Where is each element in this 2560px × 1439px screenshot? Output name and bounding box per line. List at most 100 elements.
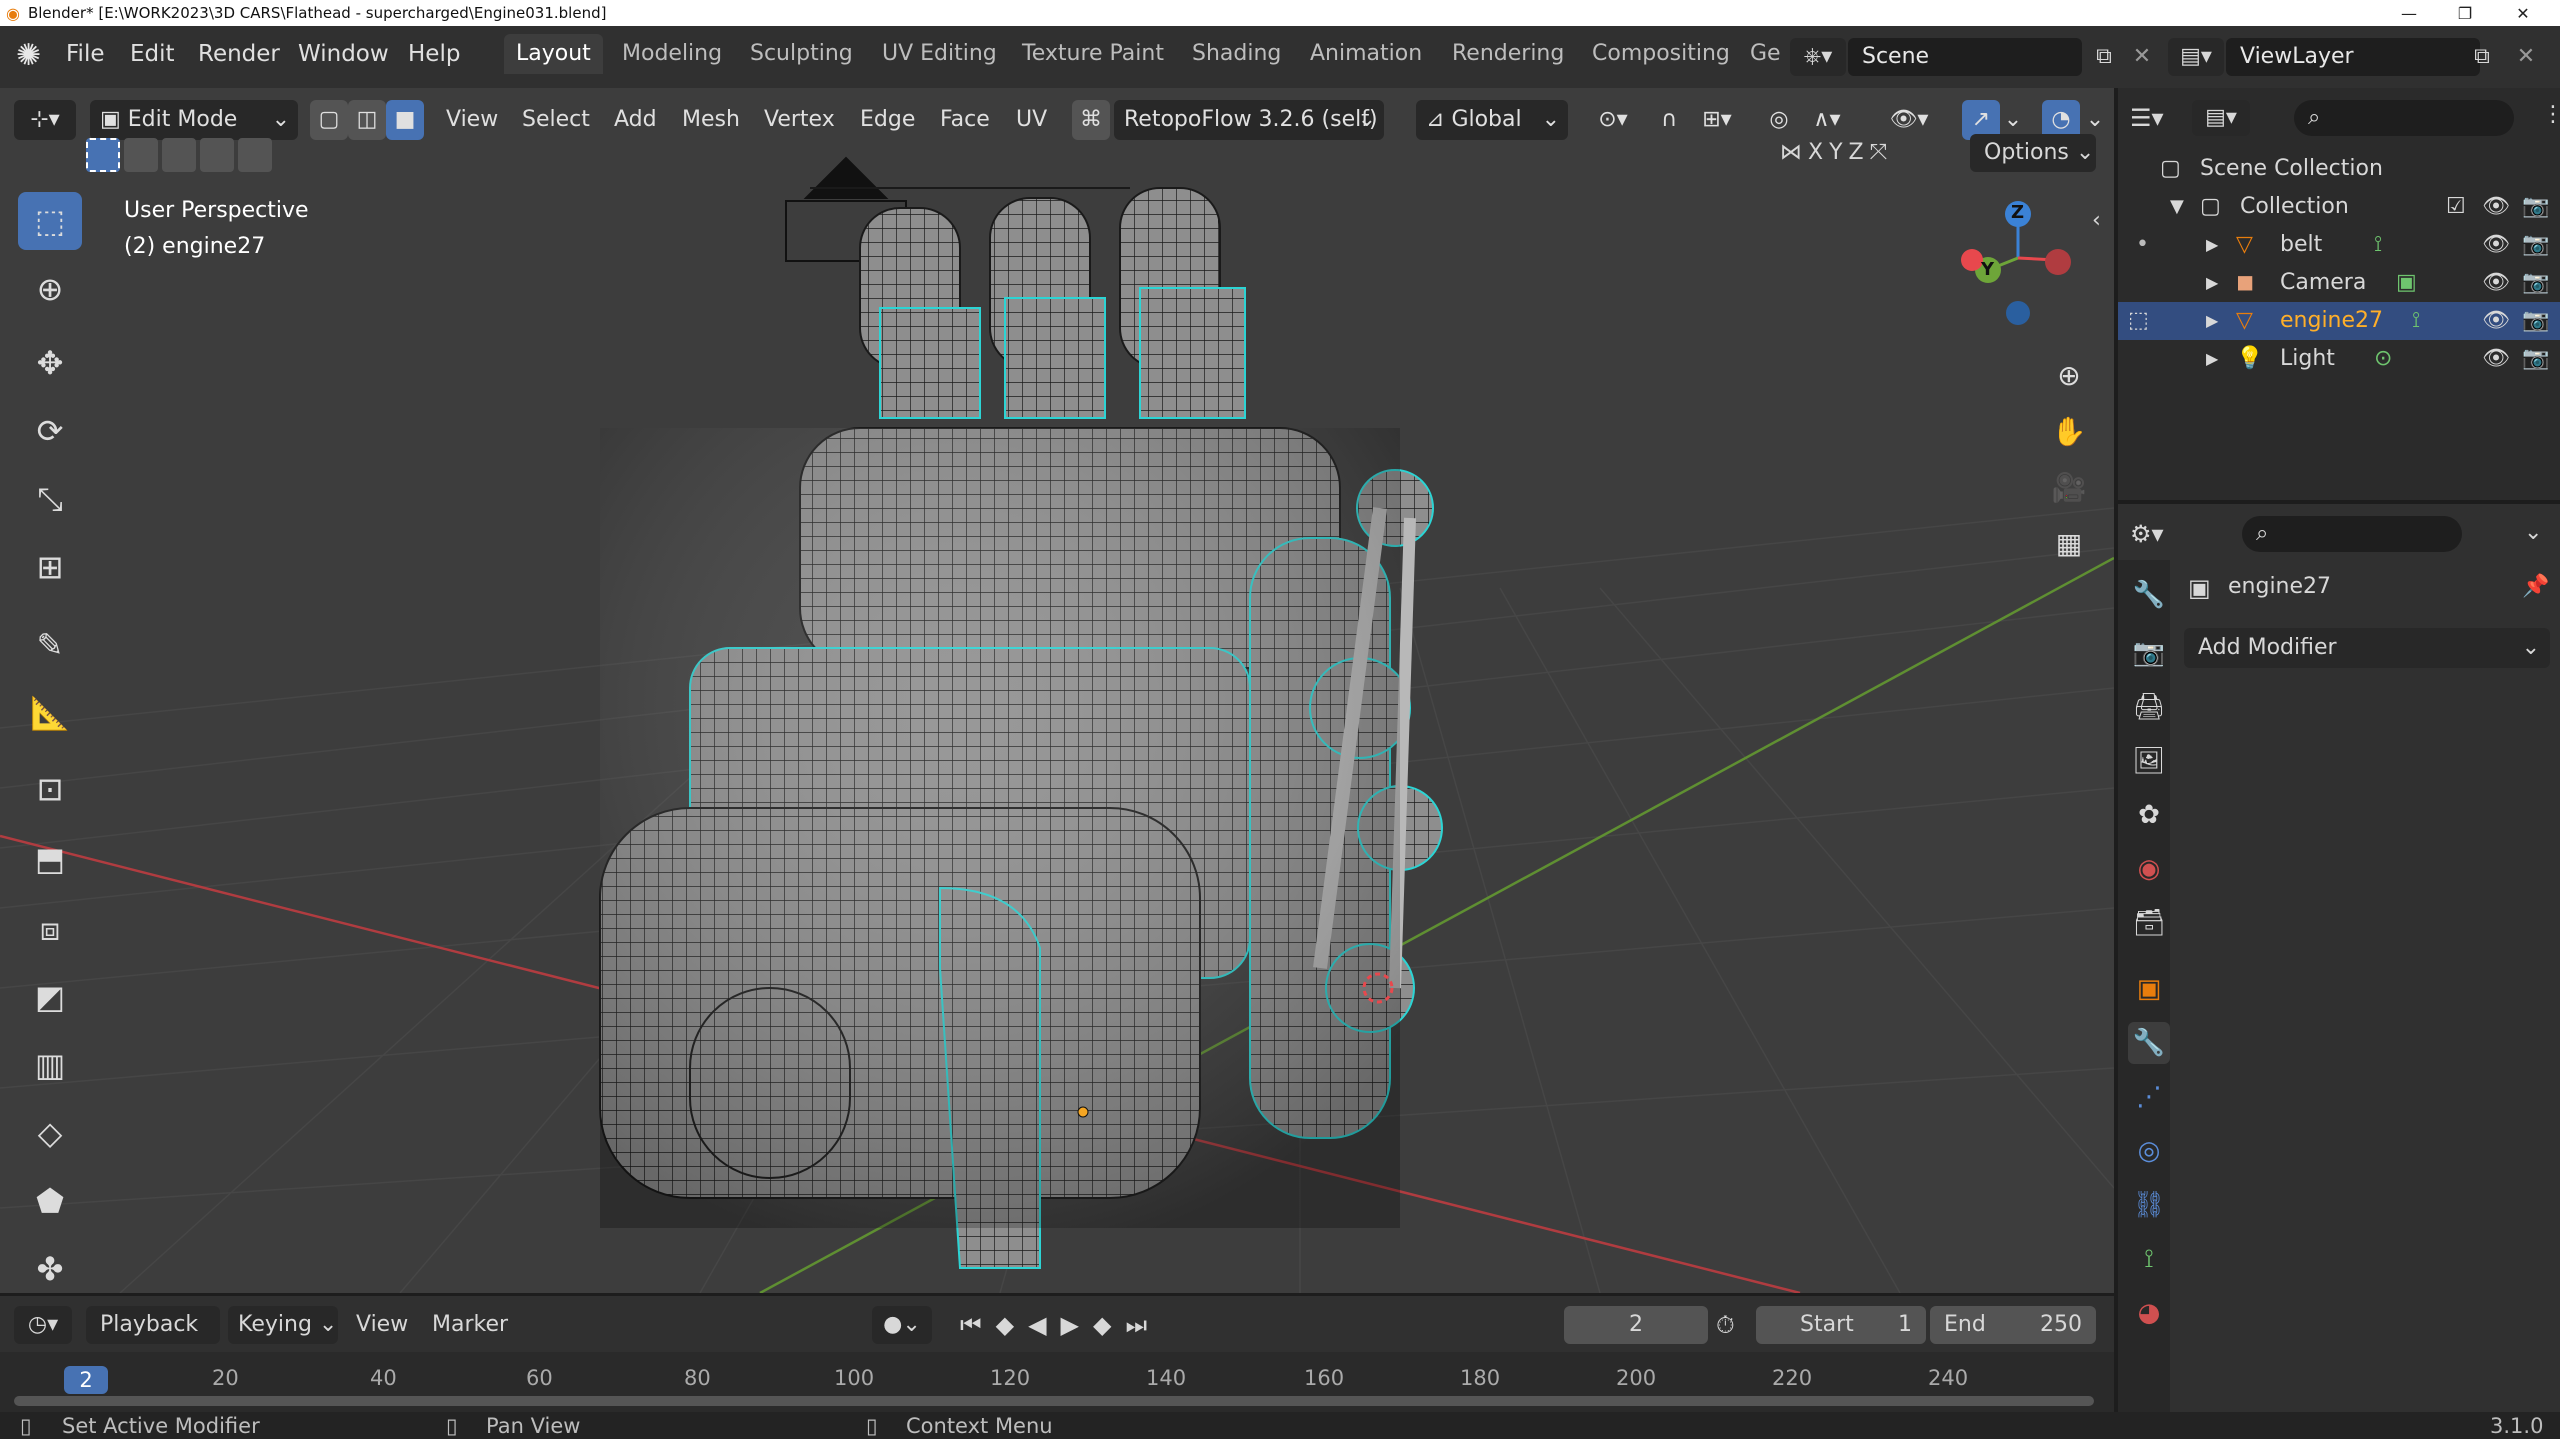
timeline-view-menu[interactable]: View [356,1306,408,1344]
extrude-icon[interactable]: ⬒ [18,830,82,888]
menu-uv[interactable]: UV [1016,100,1047,140]
render-camera-icon[interactable]: 📷 [2522,302,2549,340]
constraints-tab-icon[interactable]: ⛓ [2128,1184,2170,1226]
scene-tab-icon[interactable]: ✿ [2128,794,2170,836]
menu-edge[interactable]: Edge [860,100,915,140]
falloff-icon[interactable]: ∧▾ [1800,100,1854,140]
annotate-icon[interactable]: ✎ [18,616,82,674]
tab-compositing[interactable]: Compositing [1580,34,1742,74]
menu-add[interactable]: Add [614,100,657,140]
proportional-edit-icon[interactable]: ◎ [1760,100,1798,140]
particles-tab-icon[interactable]: ⋰ [2128,1076,2170,1118]
view-layer-field[interactable]: ViewLayer [2226,38,2480,76]
filter-icon[interactable]: ⋮ [2542,102,2560,127]
select-invert-icon[interactable] [200,138,234,172]
mirror-icon[interactable]: ⋈ [1780,140,1802,165]
scene-name-field[interactable]: Scene [1848,38,2082,76]
pan-hand-icon[interactable]: ✋ [2044,406,2094,456]
menu-face[interactable]: Face [940,100,990,140]
properties-search-input[interactable]: ⌕ [2242,516,2462,552]
tab-layout[interactable]: Layout [504,34,603,74]
menu-render[interactable]: Render [198,26,280,82]
transform-orientation-dropdown[interactable]: ⊿ Global ⌄ [1416,100,1568,140]
end-frame-field[interactable]: End 250 [1930,1306,2096,1344]
mesh-data-icon[interactable]: ⟟ [2412,302,2420,340]
vertex-select-icon[interactable]: ▢ [310,100,348,140]
collapse-icon[interactable]: ▼ [2170,188,2184,226]
scene-collection-row[interactable]: ▢ Scene Collection [2118,150,2560,188]
delete-view-layer-icon[interactable]: ✕ [2508,38,2544,76]
marker-menu[interactable]: Marker [432,1306,508,1344]
tab-modeling[interactable]: Modeling [610,34,734,74]
retopoflow-dropdown[interactable]: RetopoFlow 3.2.6 (self) ⌄ [1114,100,1384,140]
poly-build-icon[interactable]: ⬟ [18,1172,82,1230]
mirror-z-button[interactable]: Z [1849,140,1864,165]
render-camera-icon[interactable]: 📷 [2522,264,2549,302]
menu-file[interactable]: File [66,26,105,82]
navigation-gizmo[interactable]: Z Y [1946,196,2076,326]
collection-checkbox[interactable]: ☑ [2446,188,2466,226]
render-tab-icon[interactable]: 📷 [2128,632,2170,674]
playback-menu[interactable]: Playback ⌄ [86,1306,220,1375]
delete-scene-icon[interactable]: ✕ [2124,38,2160,76]
display-mode-icon[interactable]: ▤▾ [2192,100,2250,136]
outliner-item-engine27[interactable]: ⬚ ▶ ▽ engine27 ⟟ 👁 📷 [2118,302,2560,340]
close-button[interactable]: ✕ [2500,0,2546,26]
timeline-scrollbar[interactable] [14,1396,2094,1406]
snap-icon[interactable]: ∩ [1650,100,1688,140]
measure-icon[interactable]: 📐 [18,684,82,742]
knife-icon[interactable]: ◇ [18,1104,82,1162]
camera-data-icon[interactable]: ▣ [2396,264,2417,302]
visibility-icon[interactable]: 👁▾ [1880,100,1938,140]
output-tab-icon[interactable]: 🖨 [2128,686,2170,728]
eye-icon[interactable]: 👁 [2482,264,2510,302]
eye-icon[interactable]: 👁 [2482,226,2510,264]
retopoflow-icon[interactable]: ⌘ [1072,100,1110,140]
tool-tab-icon[interactable]: 🔧 [2128,574,2170,616]
material-tab-icon[interactable]: ◕ [2128,1292,2170,1334]
tab-uv-editing[interactable]: UV Editing [870,34,1009,74]
menu-vertex[interactable]: Vertex [764,100,835,140]
light-data-icon[interactable]: ⊙ [2374,340,2392,378]
select-extend-icon[interactable] [124,138,158,172]
start-frame-field[interactable]: Start 1 [1756,1306,1926,1344]
select-subtract-icon[interactable] [162,138,196,172]
prev-keyframe-icon[interactable]: ◆ [996,1306,1014,1344]
menu-help[interactable]: Help [408,26,460,82]
mesh-data-icon[interactable]: ⟟ [2374,226,2382,264]
add-modifier-dropdown[interactable]: Add Modifier ⌄ [2184,628,2550,668]
expand-icon[interactable]: ▶ [2206,264,2218,302]
next-keyframe-icon[interactable]: ◆ [1093,1306,1111,1344]
blender-menu-icon[interactable]: ✺ [16,38,41,73]
expand-icon[interactable]: ▶ [2206,226,2218,264]
pin-icon[interactable]: 📌 [2522,574,2549,599]
options-chevron-icon[interactable]: ⌄ [2524,520,2542,545]
properties-editor-icon[interactable]: ⚙▾ [2130,516,2188,552]
snap-target-icon[interactable]: ⊞▾ [1690,100,1744,140]
scale-icon[interactable]: ⤡ [18,470,82,528]
tab-geometry-nodes[interactable]: Ge [1738,34,1793,74]
tab-animation[interactable]: Animation [1298,34,1434,74]
eye-icon[interactable]: 👁 [2482,340,2510,378]
view-layer-browse-icon[interactable]: ▤▾ [2168,38,2224,76]
play-reverse-icon[interactable]: ◀ [1028,1306,1046,1344]
outliner-item-light[interactable]: ▶ 💡 Light ⊙ 👁 📷 [2118,340,2560,378]
jump-end-icon[interactable]: ⏭ [1125,1306,1147,1344]
face-select-icon[interactable]: ■ [386,100,424,140]
menu-mesh[interactable]: Mesh [682,100,740,140]
new-view-layer-icon[interactable]: ⧉ [2464,38,2500,76]
tab-texture-paint[interactable]: Texture Paint [1010,34,1176,74]
timeline-track[interactable]: 2 20 40 60 80 100 120 140 160 180 200 22… [0,1352,2114,1412]
mirror-x-button[interactable]: X [1808,140,1823,165]
world-tab-icon[interactable]: ◉ [2128,848,2170,890]
record-icon[interactable]: ●⌄ [872,1306,932,1344]
scene-browse-icon[interactable]: ⎈▾ [1790,38,1846,76]
bevel-icon[interactable]: ◩ [18,968,82,1026]
modifier-tab-icon[interactable]: 🔧 [2128,1022,2170,1064]
mirror-y-button[interactable]: Y [1829,140,1842,165]
camera-view-icon[interactable]: 🎥 [2044,462,2094,512]
select-box-icon[interactable]: ⬚ [18,192,82,250]
preview-range-icon[interactable]: ⏱ [1716,1306,1735,1344]
add-cube-icon[interactable]: ⊡ [18,760,82,818]
outliner-editor-icon[interactable]: ☰▾ [2130,100,2188,136]
